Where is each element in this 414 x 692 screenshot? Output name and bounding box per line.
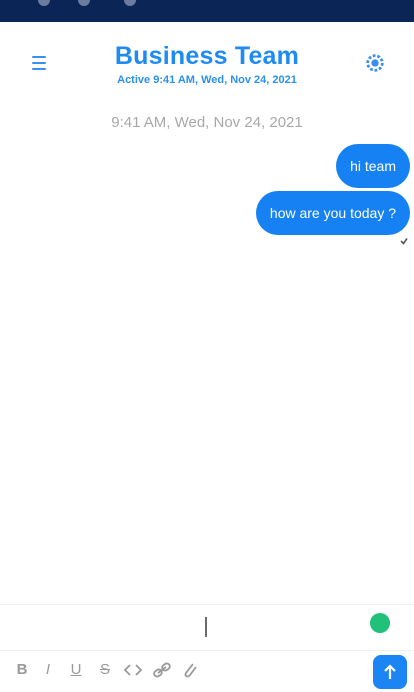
link-icon[interactable] xyxy=(152,659,172,681)
italic-icon[interactable]: I xyxy=(38,659,58,681)
read-receipt-icon xyxy=(400,238,408,245)
status-wifi-icon xyxy=(78,0,90,6)
conversation-timestamp: 9:41 AM, Wed, Nov 24, 2021 xyxy=(111,114,303,131)
emoji-icon[interactable] xyxy=(370,613,390,633)
attachment-icon[interactable] xyxy=(180,659,200,681)
bold-icon[interactable]: B xyxy=(12,659,32,681)
gear-icon[interactable] xyxy=(364,52,386,74)
message-bubble[interactable]: hi team xyxy=(336,144,410,188)
status-battery-icon xyxy=(124,0,136,6)
chat-header: Business Team Active 9:41 AM, Wed, Nov 2… xyxy=(0,22,414,108)
message-composer[interactable] xyxy=(0,604,414,650)
code-icon[interactable] xyxy=(123,659,143,681)
chat-title: Business Team xyxy=(114,42,300,70)
strikethrough-icon[interactable]: S xyxy=(95,659,115,681)
underline-icon[interactable]: U xyxy=(66,659,86,681)
text-cursor xyxy=(205,617,207,637)
send-button[interactable] xyxy=(373,655,407,689)
status-bar xyxy=(0,0,414,22)
message-bubble[interactable]: how are you today ? xyxy=(255,191,410,235)
formatting-toolbar: B I U S xyxy=(0,650,414,692)
status-signal-icon xyxy=(38,0,50,6)
chat-active-status: Active 9:41 AM, Wed, Nov 24, 2021 xyxy=(117,74,297,86)
